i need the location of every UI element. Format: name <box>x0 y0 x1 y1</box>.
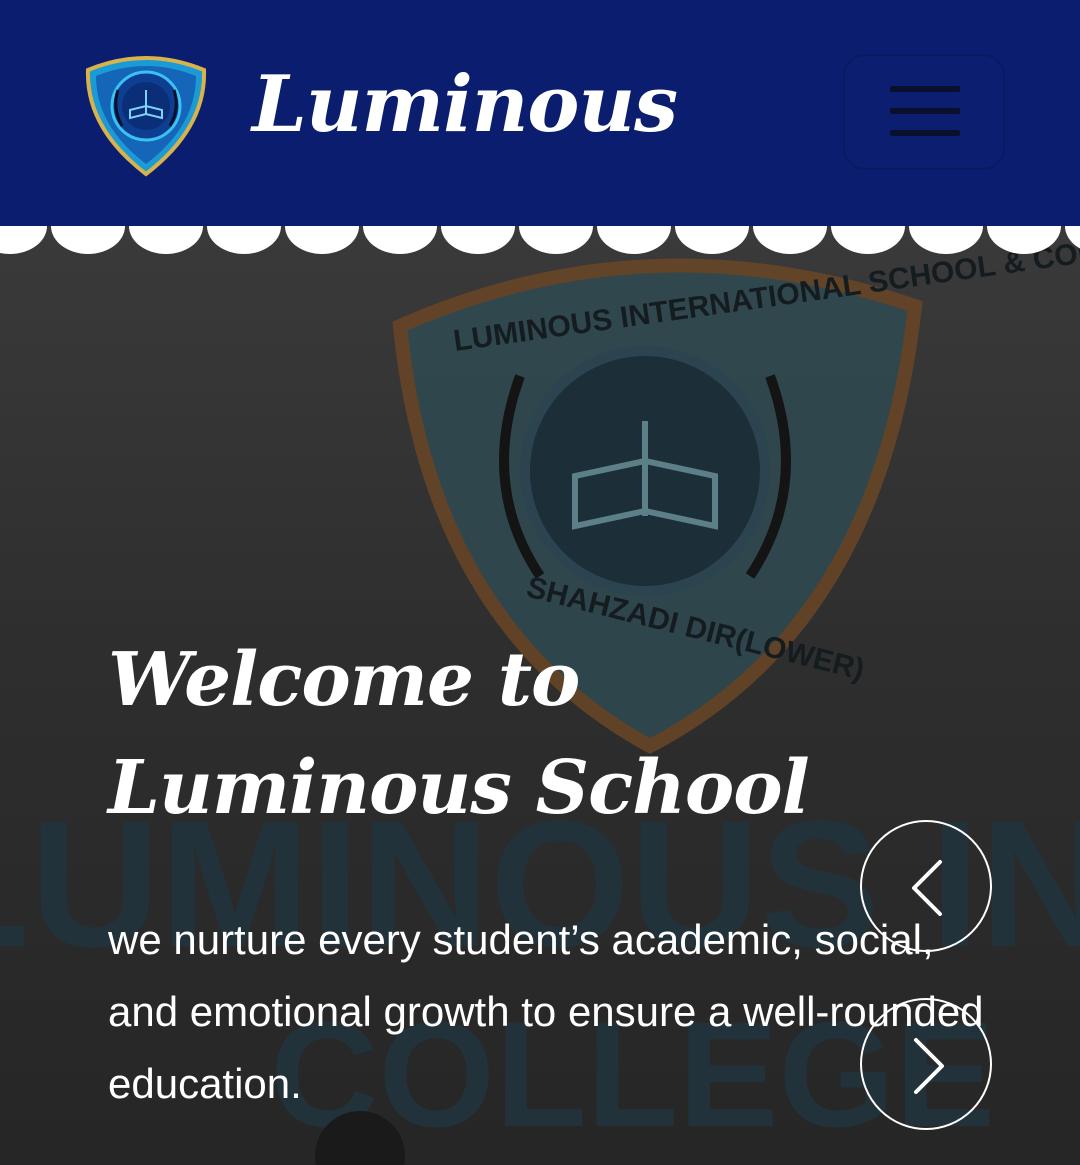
chevron-right-icon <box>914 1038 944 1094</box>
hero-description: we nurture every student’s academic, soc… <box>108 916 984 1107</box>
hero-title: Welcome to Luminous School <box>108 637 810 831</box>
chevron-left-icon <box>912 860 942 916</box>
slider-prev-button[interactable] <box>860 820 992 952</box>
hero-slider: LUMINOUS INTERNATIONAL SCHOOL & COLLEGE … <box>0 226 1080 1165</box>
school-logo[interactable] <box>82 48 210 178</box>
slider-next-button[interactable] <box>860 998 992 1130</box>
header-scallop-border <box>0 226 1080 254</box>
brand-name[interactable]: Luminous <box>252 50 678 160</box>
site-header: Luminous <box>0 0 1080 226</box>
menu-toggle-button[interactable] <box>843 54 1005 170</box>
